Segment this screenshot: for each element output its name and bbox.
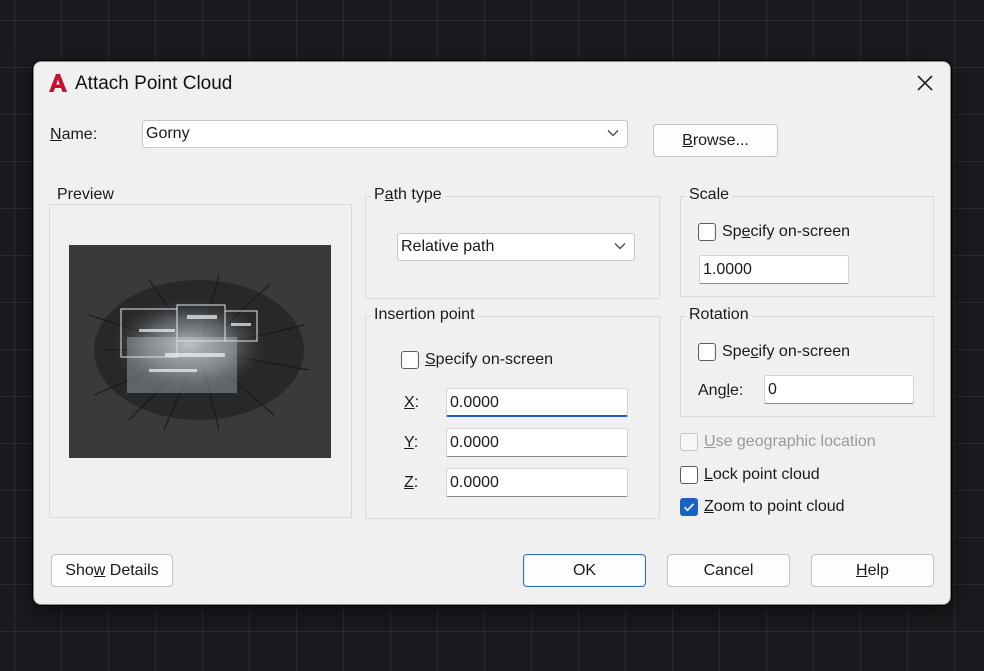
lock-point-cloud-checkbox[interactable] [680,466,698,484]
path-type-value: Relative path [401,238,495,255]
point-cloud-preview-image [69,245,331,458]
attach-point-cloud-dialog: Attach Point Cloud Name: Gorny Browse...… [33,61,951,605]
scale-input[interactable]: 1.0000 [699,255,849,284]
close-button[interactable] [910,70,940,96]
scale-specify-checkbox[interactable] [698,223,716,241]
name-dropdown[interactable]: Gorny [142,120,628,148]
dialog-title: Attach Point Cloud [75,73,233,94]
y-coordinate-input[interactable]: 0.0000 [446,428,628,457]
preview-group-title: Preview [54,186,117,204]
zoom-to-point-cloud-checkbox[interactable] [680,498,698,516]
x-coordinate-input[interactable]: 0.0000 [446,388,628,417]
show-details-button[interactable]: Show Details [51,554,173,587]
geographic-location-checkbox[interactable] [680,433,698,451]
scale-specify-label: Specify on-screen [722,223,851,240]
path-type-dropdown[interactable]: Relative path [397,233,635,261]
checkmark-icon [683,503,695,512]
rotation-specify-label: Specify on-screen [722,343,851,360]
cancel-button[interactable]: Cancel [667,554,790,587]
path-type-group-title: Path type [371,186,445,204]
lock-point-cloud-label: Lock point cloud [704,466,820,483]
insertion-specify-checkbox[interactable] [401,351,419,369]
chevron-down-icon [607,130,619,137]
name-label: Name: [50,126,98,143]
rotation-specify-checkbox[interactable] [698,343,716,361]
ok-button[interactable]: OK [523,554,646,587]
insertion-point-group-title: Insertion point [371,306,478,324]
close-icon [917,75,933,91]
angle-input[interactable]: 0 [764,375,914,404]
help-button[interactable]: Help [811,554,934,587]
rotation-group-title: Rotation [686,306,752,324]
y-label: Y: [404,434,419,451]
angle-label: Angle: [698,382,744,399]
browse-button[interactable]: Browse... [653,124,778,157]
autocad-logo-icon [48,73,68,93]
zoom-to-point-cloud-label: Zoom to point cloud [704,498,845,515]
x-label: X: [404,394,420,411]
scale-group-title: Scale [686,186,733,204]
z-label: Z: [404,474,419,491]
chevron-down-icon [614,243,626,250]
name-value: Gorny [146,125,190,142]
geographic-location-label: Use geographic location [704,433,876,450]
insertion-specify-label: Specify on-screen [425,351,554,368]
z-coordinate-input[interactable]: 0.0000 [446,468,628,497]
